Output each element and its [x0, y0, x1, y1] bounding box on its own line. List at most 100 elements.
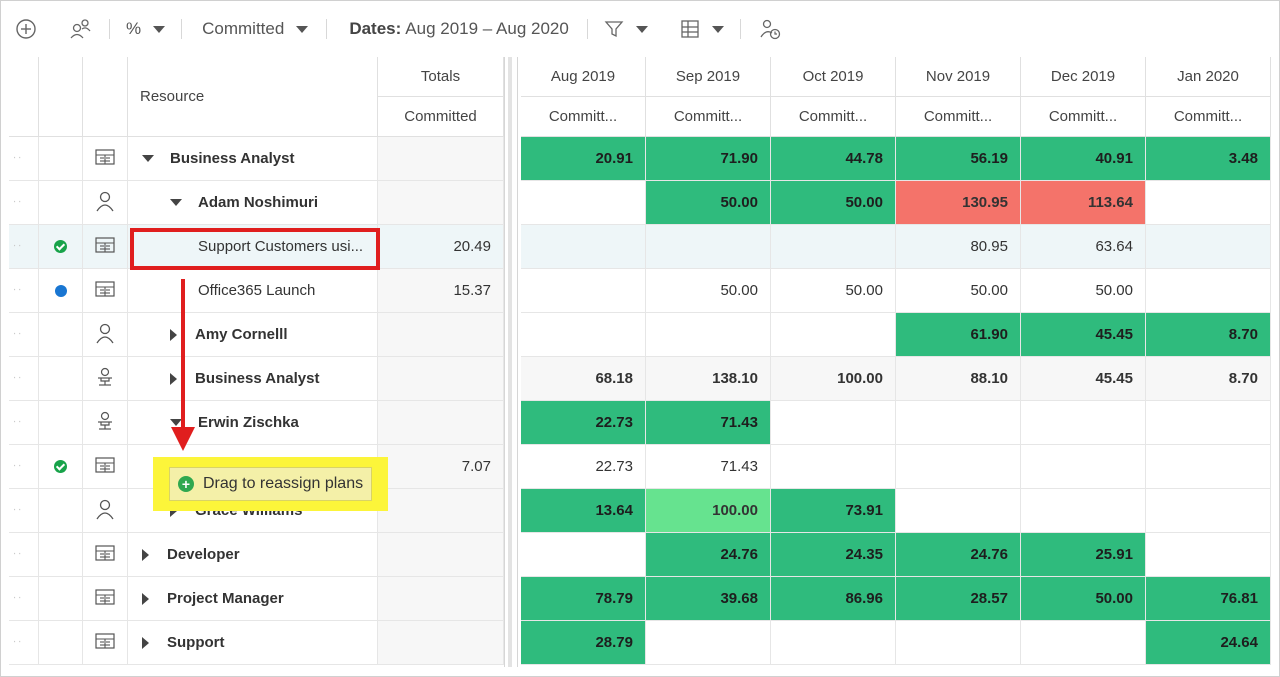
- allocation-cell[interactable]: 80.95: [896, 225, 1021, 269]
- allocation-cell[interactable]: [1146, 269, 1271, 313]
- header-totals[interactable]: Totals: [378, 57, 504, 97]
- expand-caret-icon[interactable]: [142, 636, 149, 649]
- units-dropdown[interactable]: %: [116, 1, 175, 57]
- drag-handle-cell[interactable]: ⋅⋅: [9, 445, 39, 489]
- allocation-cell[interactable]: [771, 621, 896, 665]
- allocation-cell[interactable]: 88.10: [896, 357, 1021, 401]
- layout-button[interactable]: [658, 1, 734, 57]
- allocation-cell[interactable]: 13.64: [521, 489, 646, 533]
- allocation-cell[interactable]: [521, 225, 646, 269]
- allocation-cell[interactable]: 50.00: [771, 181, 896, 225]
- drag-handle-cell[interactable]: ⋅⋅: [9, 181, 39, 225]
- allocation-cell[interactable]: 50.00: [771, 269, 896, 313]
- mode-dropdown[interactable]: Committed: [188, 1, 318, 57]
- allocation-cell[interactable]: [1146, 445, 1271, 489]
- allocation-cell[interactable]: 22.73: [521, 445, 646, 489]
- table-row[interactable]: ⋅⋅ Business Analyst 20.91 71.90 44.78 56.19 40…: [9, 137, 1274, 181]
- allocation-cell[interactable]: 68.18: [521, 357, 646, 401]
- month-sub-header[interactable]: Committ...: [1021, 97, 1146, 137]
- expand-caret-icon[interactable]: [170, 328, 177, 341]
- resource-name-cell[interactable]: Developer: [128, 533, 378, 577]
- allocation-cell[interactable]: 113.64: [1021, 181, 1146, 225]
- allocation-cell[interactable]: 63.64: [1021, 225, 1146, 269]
- collapse-caret-icon[interactable]: [170, 199, 182, 206]
- allocation-cell[interactable]: 28.79: [521, 621, 646, 665]
- month-header[interactable]: Aug 2019: [521, 57, 646, 97]
- allocation-cell[interactable]: 50.00: [896, 269, 1021, 313]
- drag-handle-icon[interactable]: ⋅⋅: [9, 549, 23, 560]
- table-row[interactable]: ⋅⋅ Business Analyst 68.18 138.10 100.00 88.10…: [9, 357, 1274, 401]
- allocation-cell[interactable]: 20.91: [521, 137, 646, 181]
- drag-handle-cell[interactable]: ⋅⋅: [9, 621, 39, 665]
- allocation-cell[interactable]: 40.91: [1021, 137, 1146, 181]
- allocation-cell[interactable]: [896, 401, 1021, 445]
- allocation-cell[interactable]: 78.79: [521, 577, 646, 621]
- resource-history-button[interactable]: [747, 1, 793, 57]
- resource-name-cell[interactable]: Support: [128, 621, 378, 665]
- allocation-cell[interactable]: [521, 181, 646, 225]
- allocation-cell[interactable]: [771, 313, 896, 357]
- expand-caret-icon[interactable]: [170, 372, 177, 385]
- expand-caret-icon[interactable]: [142, 548, 149, 561]
- allocation-cell[interactable]: [1146, 489, 1271, 533]
- allocation-cell[interactable]: [646, 621, 771, 665]
- allocation-cell[interactable]: 71.43: [646, 401, 771, 445]
- resource-name-cell[interactable]: Adam Noshimuri: [128, 181, 378, 225]
- allocation-cell[interactable]: 50.00: [1021, 269, 1146, 313]
- drag-handle-cell[interactable]: ⋅⋅: [9, 489, 39, 533]
- allocation-cell[interactable]: 39.68: [646, 577, 771, 621]
- allocation-cell[interactable]: [1146, 533, 1271, 577]
- allocation-cell[interactable]: 45.45: [1021, 357, 1146, 401]
- drag-handle-cell[interactable]: ⋅⋅: [9, 225, 39, 269]
- table-row[interactable]: ⋅⋅ Project Manager 78.79 39.68 86.96 28.57 50.…: [9, 577, 1274, 621]
- month-header[interactable]: Sep 2019: [646, 57, 771, 97]
- allocation-cell[interactable]: 22.73: [521, 401, 646, 445]
- drag-handle-cell[interactable]: ⋅⋅: [9, 313, 39, 357]
- resource-name-cell[interactable]: Office365 Launch: [128, 269, 378, 313]
- month-header[interactable]: Oct 2019: [771, 57, 896, 97]
- drag-handle-icon[interactable]: ⋅⋅: [9, 417, 23, 428]
- allocation-cell[interactable]: [771, 401, 896, 445]
- allocation-cell[interactable]: [1021, 401, 1146, 445]
- add-button[interactable]: [1, 1, 47, 57]
- allocation-cell[interactable]: 86.96: [771, 577, 896, 621]
- drag-handle-icon[interactable]: ⋅⋅: [9, 505, 23, 516]
- month-sub-header[interactable]: Committ...: [521, 97, 646, 137]
- drag-handle-icon[interactable]: ⋅⋅: [9, 329, 23, 340]
- resource-name-cell[interactable]: Amy Cornelll: [128, 313, 378, 357]
- table-row[interactable]: ⋅⋅ Office365 Launch 15.37 50.00 50.00 50.00 50…: [9, 269, 1274, 313]
- allocation-cell[interactable]: [1146, 181, 1271, 225]
- allocation-cell[interactable]: 71.90: [646, 137, 771, 181]
- allocation-cell[interactable]: [521, 269, 646, 313]
- allocation-cell[interactable]: 76.81: [1146, 577, 1271, 621]
- resource-name-cell[interactable]: Business Analyst: [128, 357, 378, 401]
- allocation-cell[interactable]: 24.76: [646, 533, 771, 577]
- allocation-cell[interactable]: 56.19: [896, 137, 1021, 181]
- resource-name-cell[interactable]: Business Analyst: [128, 137, 378, 181]
- allocation-cell[interactable]: [521, 533, 646, 577]
- allocation-cell[interactable]: 3.48: [1146, 137, 1271, 181]
- drag-handle-icon[interactable]: ⋅⋅: [9, 637, 23, 648]
- header-resource[interactable]: Resource: [128, 57, 378, 137]
- allocation-cell[interactable]: 8.70: [1146, 357, 1271, 401]
- allocation-cell[interactable]: [896, 445, 1021, 489]
- dates-selector[interactable]: Dates: Aug 2019 – Aug 2020: [333, 1, 579, 57]
- allocation-cell[interactable]: 24.64: [1146, 621, 1271, 665]
- allocation-cell[interactable]: [1021, 445, 1146, 489]
- drag-handle-icon[interactable]: ⋅⋅: [9, 197, 23, 208]
- collapse-caret-icon[interactable]: [142, 155, 154, 162]
- resource-name-cell[interactable]: Erwin Zischka: [128, 401, 378, 445]
- allocation-cell[interactable]: 73.91: [771, 489, 896, 533]
- allocation-cell[interactable]: [646, 225, 771, 269]
- allocation-cell[interactable]: 50.00: [646, 269, 771, 313]
- header-totals-sub[interactable]: Committed: [378, 97, 504, 137]
- drag-handle-icon[interactable]: ⋅⋅: [9, 593, 23, 604]
- expand-caret-icon[interactable]: [142, 592, 149, 605]
- allocation-cell[interactable]: 44.78: [771, 137, 896, 181]
- month-sub-header[interactable]: Committ...: [896, 97, 1021, 137]
- allocation-cell[interactable]: [1021, 621, 1146, 665]
- allocation-cell[interactable]: 50.00: [1021, 577, 1146, 621]
- drag-handle-icon[interactable]: ⋅⋅: [9, 373, 23, 384]
- allocation-cell[interactable]: [646, 313, 771, 357]
- allocation-cell[interactable]: [1146, 225, 1271, 269]
